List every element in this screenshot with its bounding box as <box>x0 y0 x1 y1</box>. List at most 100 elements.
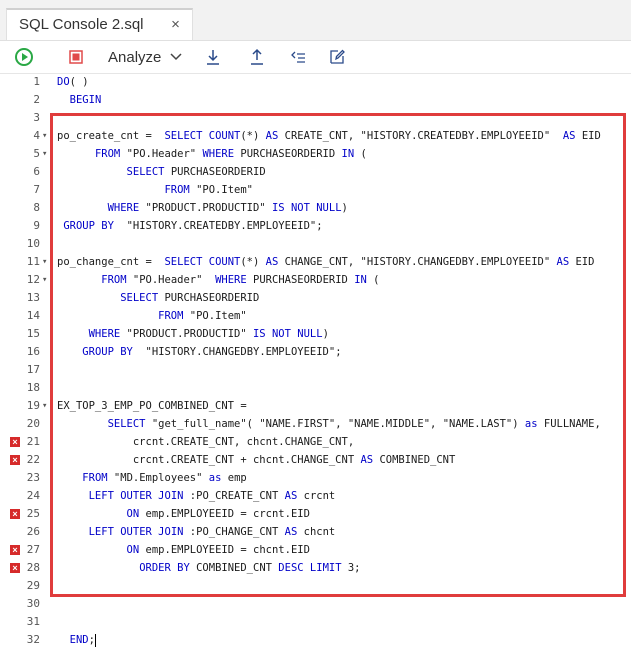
code-text: DO( ) <box>57 76 89 88</box>
code-text: FROM "PO.Item" <box>164 184 253 196</box>
code-line[interactable]: 9 GROUP BY "HISTORY.CREATEDBY.EMPLOYEEID… <box>0 217 631 235</box>
line-number: 23 <box>26 471 40 484</box>
code-line[interactable]: 32 END; <box>0 631 631 649</box>
toolbar: Analyze <box>0 41 631 74</box>
code-text: FROM "MD.Employees" as emp <box>82 472 247 484</box>
fold-chevron-icon[interactable]: ▾ <box>42 397 47 415</box>
fold-chevron-icon[interactable]: ▾ <box>42 253 47 271</box>
code-text: crcnt.CREATE_CNT + chcnt.CHANGE_CNT AS C… <box>132 454 456 466</box>
run-button[interactable] <box>14 47 34 67</box>
code-line[interactable]: 12 ▾ FROM "PO.Header" WHERE PURCHASEORDER… <box>0 271 631 289</box>
code-line[interactable]: 26 LEFT OUTER JOIN :PO_CHANGE_CNT AS chc… <box>0 523 631 541</box>
fold-chevron-icon[interactable]: ▾ <box>42 127 47 145</box>
fold-chevron-icon[interactable]: ▾ <box>42 145 47 163</box>
code-line[interactable]: × 25 ON emp.EMPLOYEEID = crcnt.EID <box>0 505 631 523</box>
code-line[interactable]: 6 SELECT PURCHASEORDERID <box>0 163 631 181</box>
code-line[interactable]: 23 FROM "MD.Employees" as emp <box>0 469 631 487</box>
line-number: 24 <box>26 489 40 502</box>
line-number: 8 <box>33 201 40 214</box>
code-line[interactable]: × 28 ORDER BY COMBINED_CNT DESC LIMIT 3; <box>0 559 631 577</box>
line-number: 1 <box>33 75 40 88</box>
fold-chevron-icon[interactable]: ▾ <box>42 271 47 289</box>
line-number: 27 <box>26 543 40 556</box>
run-icon <box>15 48 33 66</box>
line-number: 7 <box>33 183 40 196</box>
line-number: 4 <box>33 129 40 142</box>
code-text: FROM "PO.Header" WHERE PURCHASEORDERID I… <box>94 148 367 160</box>
code-line[interactable]: 4 ▾ po_create_cnt = SELECT COUNT(*) AS CRE… <box>0 127 631 145</box>
download-icon <box>207 50 219 65</box>
tab-sql-console[interactable]: SQL Console 2.sql × <box>6 8 193 40</box>
code-text: GROUP BY "HISTORY.CHANGEDBY.EMPLOYEEID"; <box>82 346 342 358</box>
code-text: ON emp.EMPLOYEEID = crcnt.EID <box>126 508 310 520</box>
analyze-dropdown[interactable]: Analyze <box>108 47 184 67</box>
upload-button[interactable] <box>247 47 267 67</box>
code-line[interactable]: 3 <box>0 109 631 127</box>
line-number: 17 <box>26 363 40 376</box>
code-line[interactable]: 5 ▾ FROM "PO.Header" WHERE PURCHASEORDERI… <box>0 145 631 163</box>
code-line[interactable]: 18 <box>0 379 631 397</box>
code-line[interactable]: 7 FROM "PO.Item" <box>0 181 631 199</box>
line-number: 16 <box>26 345 40 358</box>
code-line[interactable]: 19 ▾ EX_TOP_3_EMP_PO_COMBINED_CNT = <box>0 397 631 415</box>
code-text: END; <box>69 633 96 647</box>
tab-bar: SQL Console 2.sql × <box>0 0 631 41</box>
code-line[interactable]: 8 WHERE "PRODUCT.PRODUCTID" IS NOT NULL) <box>0 199 631 217</box>
code-text: crcnt.CREATE_CNT, chcnt.CHANGE_CNT, <box>132 436 355 448</box>
line-number: 30 <box>26 597 40 610</box>
code-text: LEFT OUTER JOIN :PO_CHANGE_CNT AS chcnt <box>88 526 336 538</box>
code-line[interactable]: 10 <box>0 235 631 253</box>
line-number: 22 <box>26 453 40 466</box>
code-text: po_change_cnt = SELECT COUNT(*) AS CHANG… <box>57 256 595 268</box>
line-number: 18 <box>26 381 40 394</box>
code-text: SELECT "get_full_name"( "NAME.FIRST", "N… <box>107 418 601 430</box>
upload-icon <box>251 48 263 65</box>
code-text: FROM "PO.Header" WHERE PURCHASEORDERID I… <box>101 274 380 286</box>
code-line[interactable]: 15 WHERE "PRODUCT.PRODUCTID" IS NOT NULL… <box>0 325 631 343</box>
line-number: 14 <box>26 309 40 322</box>
code-line[interactable]: 20 SELECT "get_full_name"( "NAME.FIRST",… <box>0 415 631 433</box>
chevron-down-icon <box>170 53 182 61</box>
analyze-label: Analyze <box>108 48 162 66</box>
code-line[interactable]: × 22 crcnt.CREATE_CNT + chcnt.CHANGE_CNT … <box>0 451 631 469</box>
code-line[interactable]: × 21 crcnt.CREATE_CNT, chcnt.CHANGE_CNT, <box>0 433 631 451</box>
code-text: WHERE "PRODUCT.PRODUCTID" IS NOT NULL) <box>88 328 329 340</box>
code-text: WHERE "PRODUCT.PRODUCTID" IS NOT NULL) <box>107 202 348 214</box>
code-line[interactable]: 30 <box>0 595 631 613</box>
code-line[interactable]: 13 SELECT PURCHASEORDERID <box>0 289 631 307</box>
code-text: GROUP BY "HISTORY.CREATEDBY.EMPLOYEEID"; <box>63 220 323 232</box>
line-number: 9 <box>33 219 40 232</box>
stop-button[interactable] <box>68 47 84 67</box>
code-text: LEFT OUTER JOIN :PO_CREATE_CNT AS crcnt <box>88 490 336 502</box>
line-number: 3 <box>33 111 40 124</box>
edit-button[interactable] <box>327 47 347 67</box>
line-number: 25 <box>26 507 40 520</box>
download-button[interactable] <box>203 47 223 67</box>
line-number: 10 <box>26 237 40 250</box>
code-line[interactable]: 11 ▾ po_change_cnt = SELECT COUNT(*) AS CH… <box>0 253 631 271</box>
sql-code-editor[interactable]: 1 DO( ) 2 BEGIN 3 4 ▾ po_create_cnt = SELECT C… <box>0 73 631 647</box>
line-number: 6 <box>33 165 40 178</box>
edit-icon <box>330 49 345 64</box>
format-icon <box>291 51 305 63</box>
code-line[interactable]: 1 DO( ) <box>0 73 631 91</box>
line-number: 5 <box>33 147 40 160</box>
line-number: 12 <box>26 273 40 286</box>
code-text: po_create_cnt = SELECT COUNT(*) AS CREAT… <box>57 130 601 142</box>
code-line[interactable]: 17 <box>0 361 631 379</box>
code-line[interactable]: 14 FROM "PO.Item" <box>0 307 631 325</box>
code-line[interactable]: 31 <box>0 613 631 631</box>
code-text: FROM "PO.Item" <box>158 310 247 322</box>
code-line[interactable]: 16 GROUP BY "HISTORY.CHANGEDBY.EMPLOYEEI… <box>0 343 631 361</box>
line-number: 21 <box>26 435 40 448</box>
code-line[interactable]: × 27 ON emp.EMPLOYEEID = chcnt.EID <box>0 541 631 559</box>
code-line[interactable]: 2 BEGIN <box>0 91 631 109</box>
format-button[interactable] <box>288 47 308 67</box>
code-text: ORDER BY COMBINED_CNT DESC LIMIT 3; <box>139 562 361 574</box>
close-icon[interactable]: × <box>171 16 180 33</box>
code-text: ON emp.EMPLOYEEID = chcnt.EID <box>126 544 310 556</box>
code-text: SELECT PURCHASEORDERID <box>120 292 260 304</box>
code-line[interactable]: 24 LEFT OUTER JOIN :PO_CREATE_CNT AS crc… <box>0 487 631 505</box>
stop-icon <box>69 50 83 64</box>
code-line[interactable]: 29 <box>0 577 631 595</box>
